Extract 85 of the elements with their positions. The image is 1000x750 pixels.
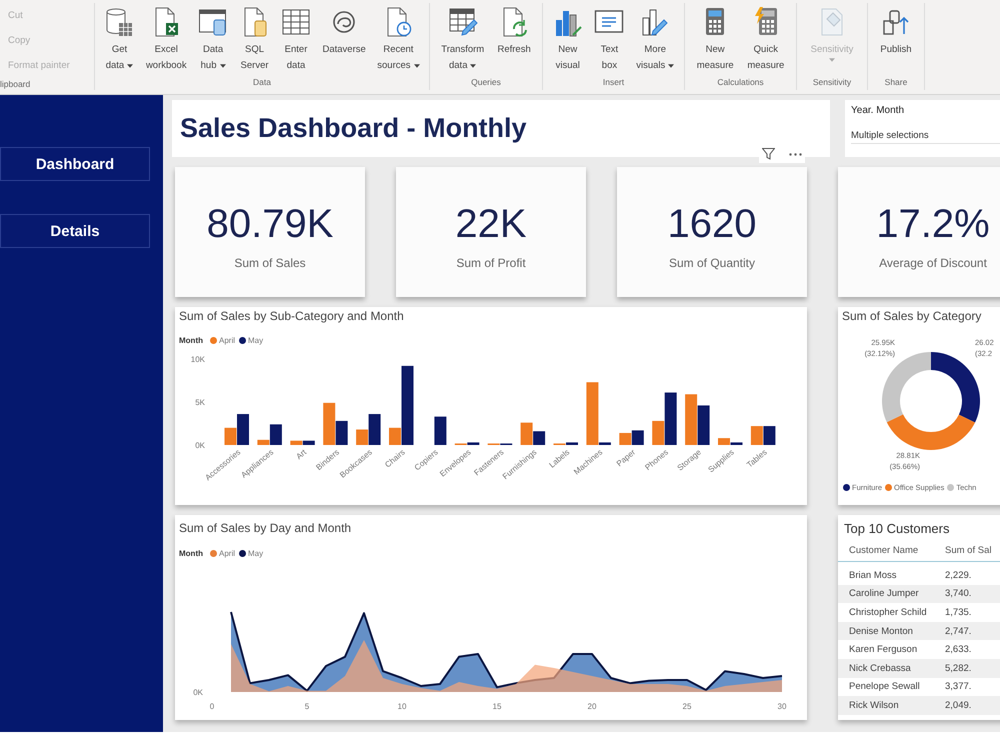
kpi-label: Sum of Sales xyxy=(234,256,306,270)
kpi-value: 17.2% xyxy=(876,202,990,246)
axis-label: 20 xyxy=(588,702,596,711)
group-label: Sensitivity xyxy=(812,76,852,89)
table-cell-text: 2,633. xyxy=(945,644,972,656)
slicer-label: Year. Month xyxy=(851,105,906,116)
database-icon xyxy=(104,6,134,38)
axis-label: 15 xyxy=(492,702,502,711)
table-cell-text: 2,229. xyxy=(945,570,972,581)
group-label: lipboard xyxy=(0,78,32,91)
kpi-value: 22K xyxy=(455,202,527,246)
slicer-dropdown[interactable]: Multiple selections xyxy=(851,130,1000,144)
table-cell-text: 2,747. xyxy=(945,626,972,637)
table-cell-text: Karen Ferguson xyxy=(849,644,918,656)
table-cell-text: Brian Moss xyxy=(849,570,898,581)
ribbon-button[interactable]: Dataverse xyxy=(320,3,368,58)
table-cell-text: Rick Wilson xyxy=(849,700,900,711)
ribbon-button[interactable]: Quick measure xyxy=(745,3,786,74)
ribbon-button[interactable]: Excel workbook xyxy=(144,3,189,74)
caret-icon xyxy=(668,64,674,68)
axis-label: 25 xyxy=(682,702,692,711)
group-label: Share xyxy=(884,76,908,89)
ribbon-button[interactable]: New measure xyxy=(694,3,736,74)
ribbon-button[interactable]: Recent sources xyxy=(375,3,422,74)
ribbon-button[interactable]: Text box xyxy=(592,3,626,74)
ribbon-button[interactable]: Enter data xyxy=(279,3,314,74)
column-header[interactable]: Sum of Sal xyxy=(945,544,1000,558)
caret-icon xyxy=(828,58,835,62)
chart-title: Sum of Sales by Category xyxy=(841,308,982,324)
table-pencil-icon xyxy=(448,6,478,38)
filter-icon[interactable] xyxy=(762,148,775,160)
axis-label: 10 xyxy=(398,702,406,711)
ribbon-button[interactable]: Refresh xyxy=(495,3,533,58)
legend-label: May xyxy=(248,336,264,344)
axis-label: 0K xyxy=(195,441,205,450)
axis-label: 0 xyxy=(210,702,214,711)
kpi-value: 1620 xyxy=(668,202,756,246)
kpi-label: Sum of Profit xyxy=(456,256,526,270)
legend-title: Month xyxy=(179,336,203,344)
more-icon[interactable] xyxy=(789,152,802,156)
ribbon-button[interactable]: New visual xyxy=(550,3,585,74)
report-title: Sales Dashboard - Monthly xyxy=(180,113,527,144)
legend-label: April xyxy=(219,548,236,558)
group-label: Queries xyxy=(470,76,502,89)
ribbon-button[interactable]: Publish xyxy=(878,3,914,58)
table-cell-text: Denise Monton xyxy=(849,626,914,637)
group-label: Data xyxy=(252,76,272,89)
nav-button[interactable]: Dashboard xyxy=(0,147,150,181)
kpi-value: 80.79K xyxy=(206,202,334,246)
nav-button[interactable]: Details xyxy=(0,214,150,248)
table-cell-text: 3,377. xyxy=(945,681,972,692)
axis-label: 5 xyxy=(304,702,310,711)
ribbon-button[interactable]: Data hub xyxy=(196,3,230,74)
table-cell-text: 2,049. xyxy=(945,700,972,711)
table-cell-text: 1,735. xyxy=(945,606,972,618)
legend-label: May xyxy=(248,548,264,558)
legend-label: April xyxy=(219,336,236,344)
kpi-label: Average of Discount xyxy=(879,256,987,270)
table-title: Top 10 Customers xyxy=(843,521,950,536)
axis-label: 0K xyxy=(193,688,203,697)
table-cell-text: Caroline Jumper xyxy=(849,588,920,600)
group-label: Insert xyxy=(602,76,626,89)
axis-label: 5K xyxy=(195,398,205,407)
table-cell-text: Christopher Schild xyxy=(849,606,928,618)
ribbon-button[interactable]: More visuals xyxy=(634,3,676,74)
axis-label: 10K xyxy=(190,355,205,364)
legend-title: Month xyxy=(179,548,203,558)
caret-icon xyxy=(220,64,226,68)
column-header[interactable]: Customer Name xyxy=(849,544,945,558)
table-cell-text: Penelope Sewall xyxy=(849,681,921,692)
chart-title: Sum of Sales by Sub-Category and Month xyxy=(178,308,405,324)
ribbon-button[interactable]: Get data xyxy=(102,3,136,74)
table-cell-text: 3,740. xyxy=(945,588,972,600)
group-label: Calculations xyxy=(716,76,765,89)
caret-icon xyxy=(414,64,420,68)
ribbon-button[interactable]: Transform data xyxy=(439,3,486,74)
caret-icon xyxy=(127,64,134,68)
caret-icon xyxy=(470,64,476,68)
table-cell-text: Nick Crebassa xyxy=(849,662,912,674)
kpi-label: Sum of Quantity xyxy=(668,256,756,270)
category-label: Art xyxy=(294,448,308,462)
chart-title: Sum of Sales by Day and Month xyxy=(178,520,352,536)
ribbon-button[interactable]: SQL Server xyxy=(238,3,272,74)
table-cell-text: 5,282. xyxy=(945,662,972,674)
axis-label: 30 xyxy=(778,702,786,711)
